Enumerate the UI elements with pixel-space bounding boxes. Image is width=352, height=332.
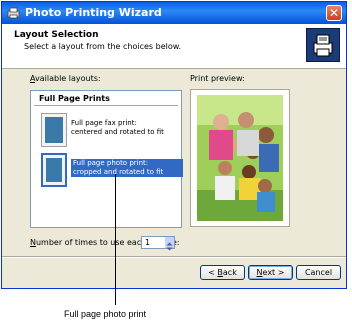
group-header: Full Page Prints [39,94,110,103]
cancel-button[interactable]: Cancel [296,265,341,280]
layout-list[interactable]: Full Page Prints Full page fax print: ce… [30,90,183,228]
wizard-printer-icon [306,28,340,62]
printer-icon [7,7,20,19]
close-icon: ✕ [328,6,340,20]
print-preview [190,89,290,227]
footer-divider [2,256,346,257]
layout-item-label: Full page photo print: cropped and rotat… [71,159,183,177]
back-button[interactable]: < Back [200,265,245,280]
layout-item-photo[interactable]: Full page photo print: cropped and rotat… [41,153,183,193]
next-button[interactable]: Next > [248,265,293,280]
close-button[interactable]: ✕ [326,5,342,21]
wizard-header: Layout Selection Select a layout from th… [2,24,346,69]
callout-line [115,174,116,305]
available-layouts-label: Available layouts: [30,74,101,83]
photo-thumbnail-icon [41,153,67,187]
copies-value: 1 [145,238,151,247]
group-divider [34,105,178,106]
page-title: Layout Selection [14,30,99,40]
layout-item-fax[interactable]: Full page fax print: centered and rotate… [41,113,181,153]
preview-photo-image [191,90,289,226]
callout-caption: Full page photo print [64,309,147,319]
window-title: Photo Printing Wizard [25,6,162,19]
page-subtitle: Select a layout from the choices below. [24,42,182,51]
stepper-arrows-icon[interactable] [165,237,174,251]
layout-item-label: Full page fax print: centered and rotate… [71,119,164,136]
photo-printing-wizard-window: Photo Printing Wizard ✕ Layout Selection… [1,1,347,289]
print-preview-label: Print preview: [190,74,245,83]
fax-thumbnail-icon [41,113,67,147]
copies-stepper[interactable]: 1 [141,236,175,251]
title-bar[interactable]: Photo Printing Wizard ✕ [2,2,346,24]
